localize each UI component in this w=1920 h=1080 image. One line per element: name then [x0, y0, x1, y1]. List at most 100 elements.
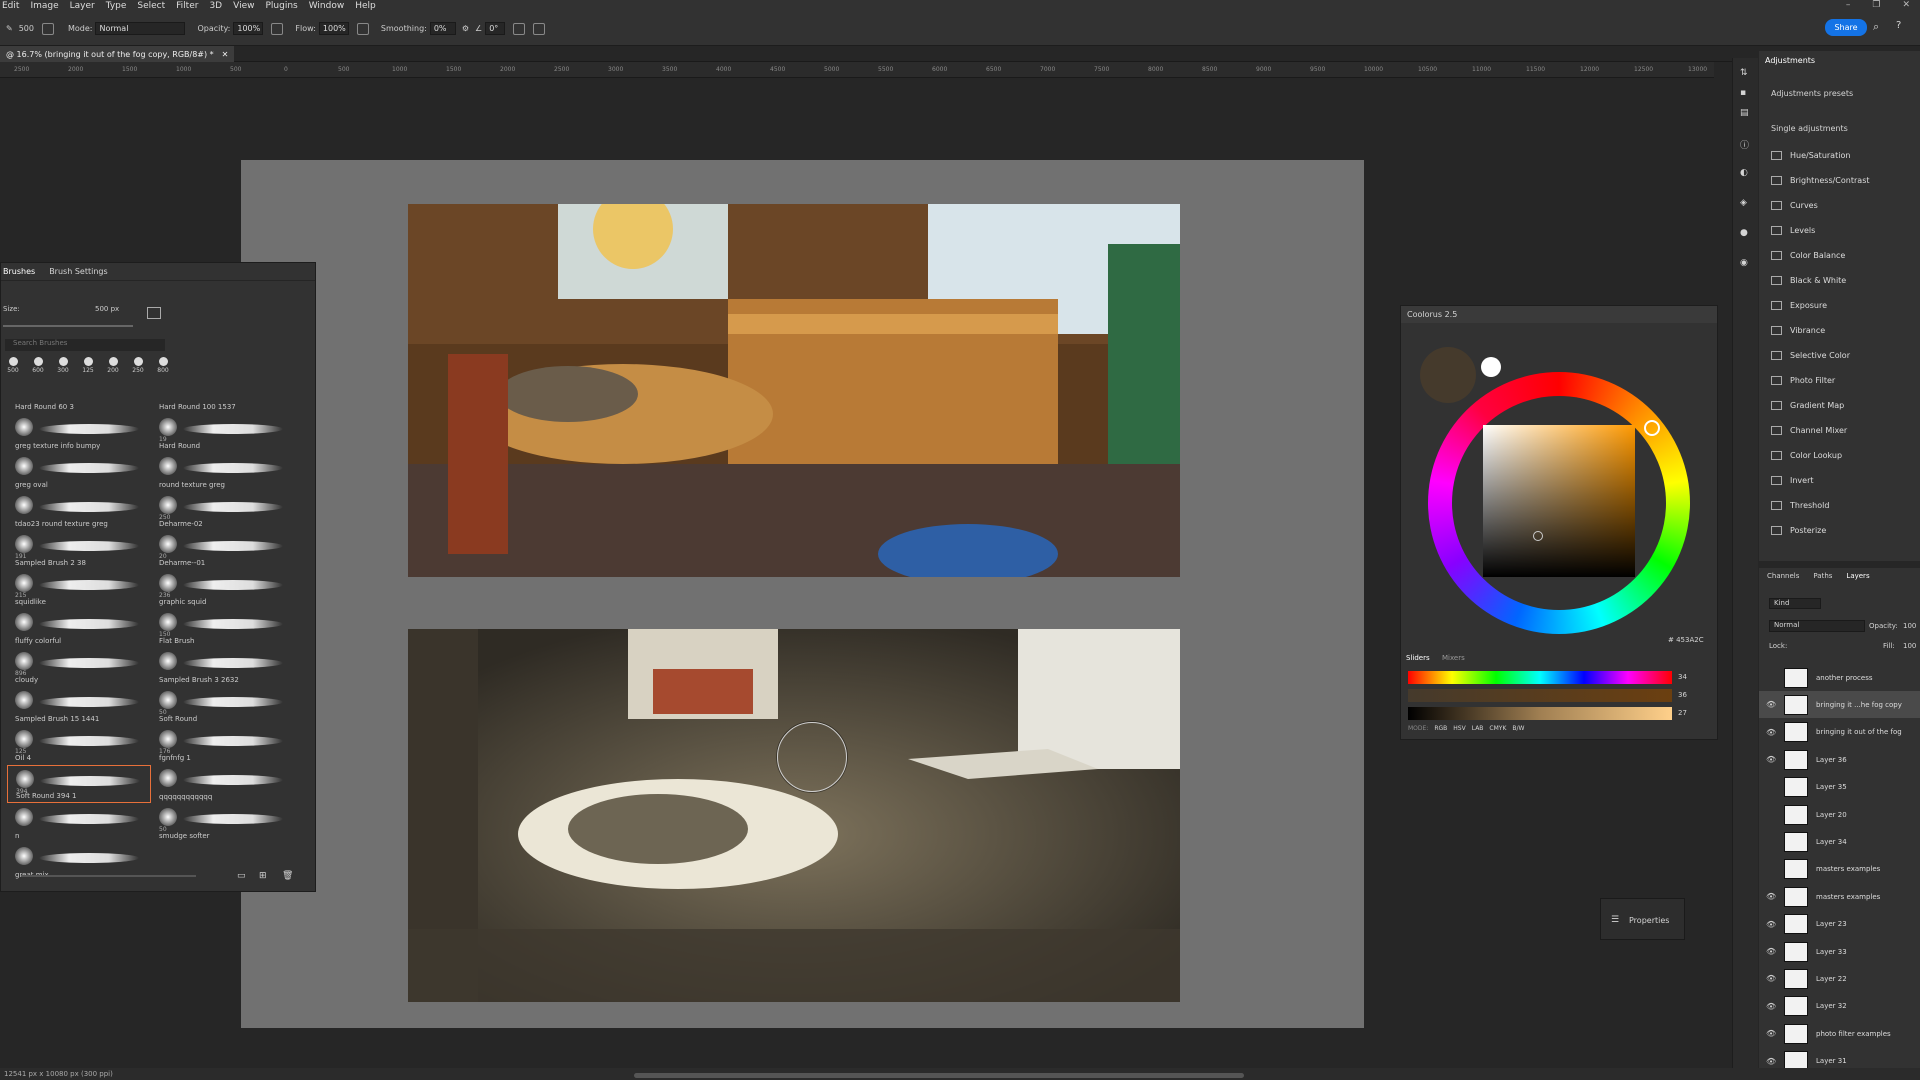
brush-preset[interactable]: 500	[3, 357, 23, 377]
brush-item[interactable]: 896 cloudy	[7, 648, 151, 686]
tab-brush-settings[interactable]: Brush Settings	[49, 267, 107, 276]
history-icon[interactable]: ⇅	[1740, 68, 1748, 78]
brush-item[interactable]: 215 squidlike	[7, 570, 151, 608]
opacity-input[interactable]: 100%	[233, 22, 264, 35]
tab-brushes[interactable]: Brushes	[3, 267, 35, 276]
gear-icon[interactable]: ⚙	[462, 24, 469, 33]
pressure-opacity-icon[interactable]	[271, 22, 284, 35]
brush-item[interactable]: Sampled Brush 3 2632	[151, 648, 295, 686]
menu-item[interactable]: Help	[355, 1, 376, 11]
layers-tab[interactable]: Paths	[1813, 572, 1832, 580]
plugin-icon[interactable]: ◉	[1740, 258, 1748, 268]
search-icon[interactable]: ⌕	[1873, 20, 1879, 34]
adjustment-item[interactable]: Color Balance	[1771, 251, 1845, 260]
smoothing-input[interactable]: 0%	[429, 22, 456, 35]
brush-item[interactable]: 394 Soft Round 394 1	[7, 765, 151, 803]
tab-mixers[interactable]: Mixers	[1442, 654, 1465, 662]
brightness-value[interactable]: 27	[1678, 709, 1687, 717]
layer-kind-filter[interactable]: Kind	[1769, 598, 1821, 609]
visibility-eye-icon[interactable]: 👁	[1766, 1057, 1778, 1066]
layer-row[interactable]: 👁 photo filter examples	[1759, 1020, 1920, 1047]
adjustment-item[interactable]: Gradient Map	[1771, 401, 1844, 410]
brush-item[interactable]: 191 Sampled Brush 2 38	[7, 531, 151, 569]
adjustment-item[interactable]: Threshold	[1771, 501, 1829, 510]
close-tab-icon[interactable]: ✕	[222, 50, 229, 59]
layer-row[interactable]: 👁 Layer 33	[1759, 938, 1920, 965]
restore-icon[interactable]: ❐	[1872, 0, 1880, 10]
menu-item[interactable]: Window	[309, 1, 345, 11]
adjustment-item[interactable]: Curves	[1771, 201, 1818, 210]
layer-row[interactable]: 👁 bringing it out of the fog	[1759, 719, 1920, 746]
fill-value[interactable]: 100	[1903, 642, 1916, 650]
horizontal-scrollbar[interactable]	[634, 1073, 1244, 1078]
color-mode-option[interactable]: LAB	[1472, 725, 1484, 732]
help-icon[interactable]: ?	[1896, 20, 1901, 31]
mode-select[interactable]: Normal	[95, 22, 186, 35]
visibility-eye-icon[interactable]: 👁	[1766, 700, 1778, 709]
brush-panel-icon[interactable]: ▪	[1740, 88, 1746, 98]
brush-item[interactable]: fluffy colorful	[7, 609, 151, 647]
brush-item[interactable]: qqqqqqqqqqqq	[151, 765, 295, 803]
color-mode-option[interactable]: HSV	[1453, 725, 1465, 732]
cube-icon[interactable]: ◈	[1740, 198, 1747, 208]
visibility-eye-icon[interactable]: 👁	[1766, 755, 1778, 764]
saturation-slider[interactable]	[1408, 689, 1672, 702]
search-brushes-input[interactable]: Search Brushes	[5, 339, 165, 351]
menu-item[interactable]: Select	[137, 1, 165, 11]
layer-row[interactable]: masters examples	[1759, 856, 1920, 883]
adjustment-item[interactable]: Invert	[1771, 476, 1814, 485]
comment-icon[interactable]: ▤	[1740, 108, 1749, 118]
color-mode-option[interactable]: CMYK	[1489, 725, 1506, 732]
brush-item[interactable]: 236 graphic squid	[151, 570, 295, 608]
layer-row[interactable]: Layer 35	[1759, 774, 1920, 801]
adjustment-item[interactable]: Hue/Saturation	[1771, 151, 1850, 160]
layer-opacity-value[interactable]: 100	[1903, 622, 1916, 630]
flow-input[interactable]: 100%	[318, 22, 349, 35]
hue-value[interactable]: 34	[1678, 673, 1687, 681]
visibility-eye-icon[interactable]: 👁	[1766, 892, 1778, 901]
symmetry-icon[interactable]	[533, 22, 546, 35]
visibility-eye-icon[interactable]: 👁	[1766, 920, 1778, 929]
menu-item[interactable]: Plugins	[265, 1, 297, 11]
brush-item[interactable]: 20 Deharme--01	[151, 531, 295, 569]
visibility-eye-icon[interactable]: 👁	[1766, 947, 1778, 956]
brush-item[interactable]: 150 Flat Brush	[151, 609, 295, 647]
brush-item[interactable]: Hard Round 100 1537	[151, 375, 295, 413]
hue-handle[interactable]	[1644, 420, 1660, 436]
size-slider[interactable]	[3, 325, 133, 327]
visibility-eye-icon[interactable]: 👁	[1766, 1002, 1778, 1011]
menu-item[interactable]: Filter	[176, 1, 198, 11]
adjustment-item[interactable]: Vibrance	[1771, 326, 1825, 335]
background-color-swatch[interactable]	[1481, 357, 1501, 377]
adjustment-item[interactable]: Brightness/Contrast	[1771, 176, 1870, 185]
brush-preset[interactable]: 200	[103, 357, 123, 377]
brush-tool-icon[interactable]: ✎	[6, 24, 13, 33]
brightness-slider[interactable]	[1408, 707, 1672, 720]
saturation-value-square[interactable]	[1483, 425, 1635, 577]
visibility-eye-icon[interactable]: 👁	[1766, 1029, 1778, 1038]
color-mode-option[interactable]: RGB	[1434, 725, 1447, 732]
layer-row[interactable]: Layer 20	[1759, 801, 1920, 828]
layer-row[interactable]: 👁 bringing it ...he fog copy	[1759, 691, 1920, 719]
brush-item[interactable]: 176 fgnfnfg 1	[151, 726, 295, 764]
add-brush-icon[interactable]: ⊞	[259, 871, 267, 881]
visibility-eye-icon[interactable]: 👁	[1766, 728, 1778, 737]
layer-row[interactable]: 👁 Layer 22	[1759, 965, 1920, 992]
brush-item[interactable]: greg oval	[7, 453, 151, 491]
layer-row[interactable]: 👁 masters examples	[1759, 883, 1920, 910]
adjustment-item[interactable]: Channel Mixer	[1771, 426, 1847, 435]
brush-preset[interactable]: 300	[53, 357, 73, 377]
folder-icon[interactable]: ▭	[237, 871, 246, 881]
adjust-icon[interactable]: ◐	[1740, 168, 1748, 178]
current-color-swatch[interactable]	[1420, 347, 1476, 403]
color-picker-handle[interactable]	[1533, 531, 1543, 541]
adjustment-item[interactable]: Exposure	[1771, 301, 1827, 310]
visibility-eye-icon[interactable]: 👁	[1766, 974, 1778, 983]
share-button[interactable]: Share	[1825, 19, 1867, 36]
adjustments-presets[interactable]: Adjustments presets	[1771, 89, 1853, 98]
brush-item[interactable]: 250 Deharme-02	[151, 492, 295, 530]
menu-item[interactable]: Edit	[2, 1, 19, 11]
layer-row[interactable]: 👁 Layer 23	[1759, 911, 1920, 938]
brush-item[interactable]: Hard Round 60 3	[7, 375, 151, 413]
brush-item[interactable]: Sampled Brush 15 1441	[7, 687, 151, 725]
